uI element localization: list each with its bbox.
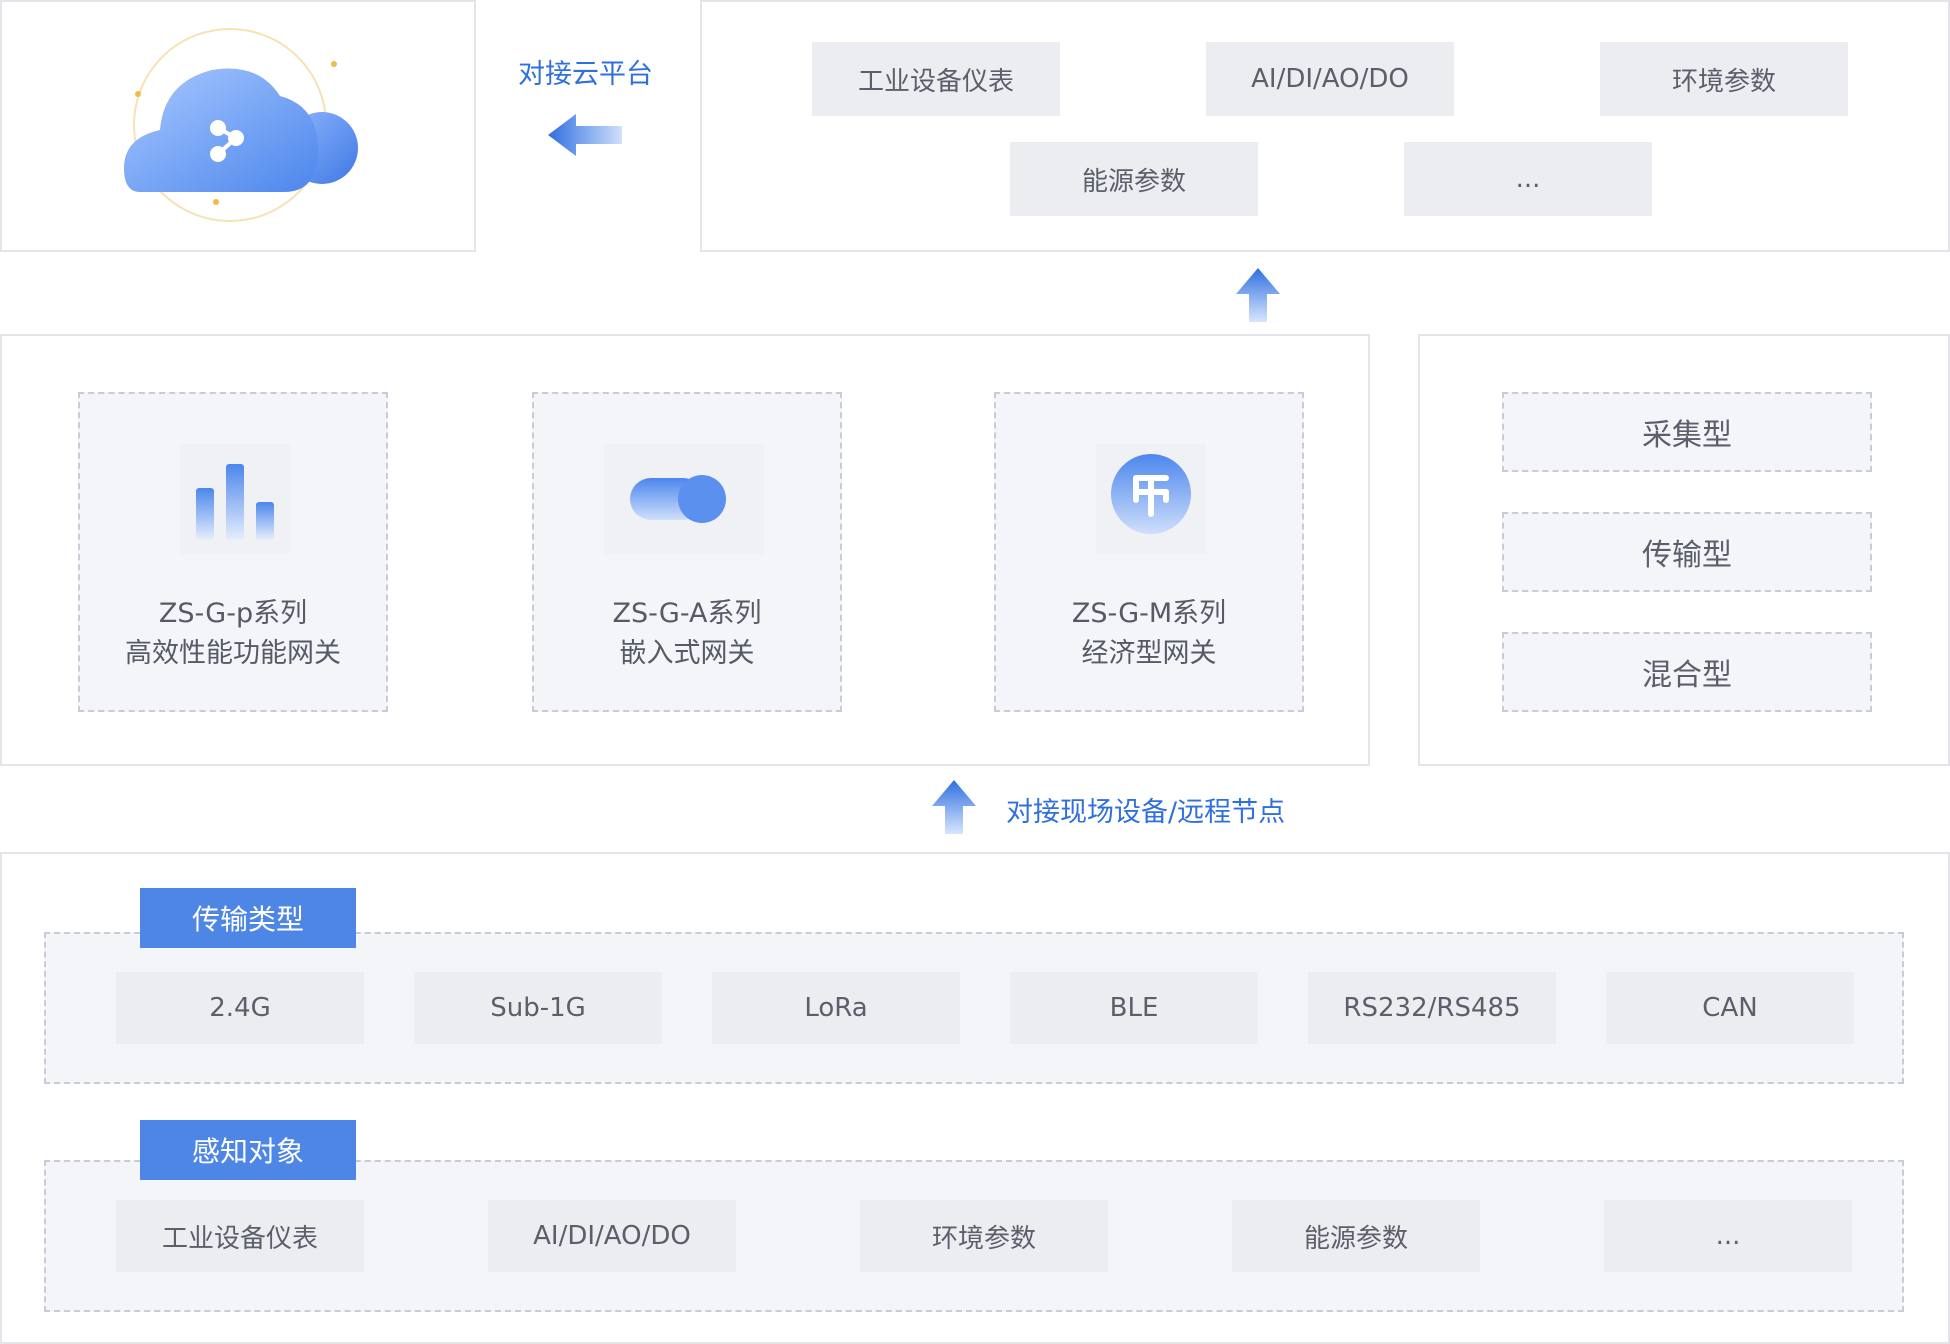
sensing-chip-5: ... xyxy=(1604,1200,1852,1272)
cloud-panel xyxy=(0,0,476,252)
cloud-icon xyxy=(124,28,358,222)
sensing-group: 工业设备仪表 AI/DI/AO/DO 环境参数 能源参数 ... xyxy=(44,1160,1904,1312)
transport-chip-1: 2.4G xyxy=(116,972,364,1044)
transport-chip-2: Sub-1G xyxy=(414,972,662,1044)
coin-icon xyxy=(1096,444,1206,554)
gateway-card-p-desc: 高效性能功能网关 xyxy=(125,638,341,669)
device-chip-1: 工业设备仪表 xyxy=(812,42,1060,116)
transport-tag: 传输类型 xyxy=(140,888,356,948)
sensing-chip-2: AI/DI/AO/DO xyxy=(488,1200,736,1272)
transport-chip-3: LoRa xyxy=(712,972,960,1044)
device-chip-3: 环境参数 xyxy=(1600,42,1848,116)
type-hybrid: 混合型 xyxy=(1502,632,1872,712)
gateway-card-p: ZS-G-p系列 高效性能功能网关 xyxy=(78,392,388,712)
device-chip-2: AI/DI/AO/DO xyxy=(1206,42,1454,116)
device-chip-4: 能源参数 xyxy=(1010,142,1258,216)
transport-chip-5: RS232/RS485 xyxy=(1308,972,1556,1044)
cloud-connect-label: 对接云平台 xyxy=(518,59,653,90)
gateway-card-a: ZS-G-A系列 嵌入式网关 xyxy=(532,392,842,712)
arrow-up-icon xyxy=(1236,268,1280,322)
gateway-card-a-title: ZS-G-A系列 xyxy=(612,598,762,629)
gateway-panel: ZS-G-p系列 高效性能功能网关 ZS-G-A系列 嵌入式网关 ZS-G-M系… xyxy=(0,334,1370,766)
type-panel: 采集型 传输型 混合型 xyxy=(1418,334,1950,766)
bar-chart-icon xyxy=(180,444,290,554)
sensing-tag: 感知对象 xyxy=(140,1120,356,1180)
sensing-chip-3: 环境参数 xyxy=(860,1200,1108,1272)
field-connect-label: 对接现场设备/远程节点 xyxy=(1006,797,1286,828)
arrow-up-icon xyxy=(932,780,976,834)
device-panel: 工业设备仪表 AI/DI/AO/DO 环境参数 能源参数 ... xyxy=(700,0,1950,252)
sensing-chip-4: 能源参数 xyxy=(1232,1200,1480,1272)
gateway-card-m-title: ZS-G-M系列 xyxy=(1071,598,1227,629)
gateway-card-m-desc: 经济型网关 xyxy=(1081,638,1217,669)
gateway-card-m: ZS-G-M系列 经济型网关 xyxy=(994,392,1304,712)
toggle-icon xyxy=(604,444,764,554)
transport-chip-6: CAN xyxy=(1606,972,1854,1044)
arrow-left-icon xyxy=(548,114,622,156)
gateway-card-p-title: ZS-G-p系列 xyxy=(158,598,308,629)
bottom-panel: 2.4G Sub-1G LoRa BLE RS232/RS485 CAN 传输类… xyxy=(0,852,1950,1344)
type-collect: 采集型 xyxy=(1502,392,1872,472)
device-chip-5: ... xyxy=(1404,142,1652,216)
transport-chip-4: BLE xyxy=(1010,972,1258,1044)
gateway-card-a-desc: 嵌入式网关 xyxy=(619,638,755,669)
transport-group: 2.4G Sub-1G LoRa BLE RS232/RS485 CAN xyxy=(44,932,1904,1084)
type-transmit: 传输型 xyxy=(1502,512,1872,592)
sensing-chip-1: 工业设备仪表 xyxy=(116,1200,364,1272)
